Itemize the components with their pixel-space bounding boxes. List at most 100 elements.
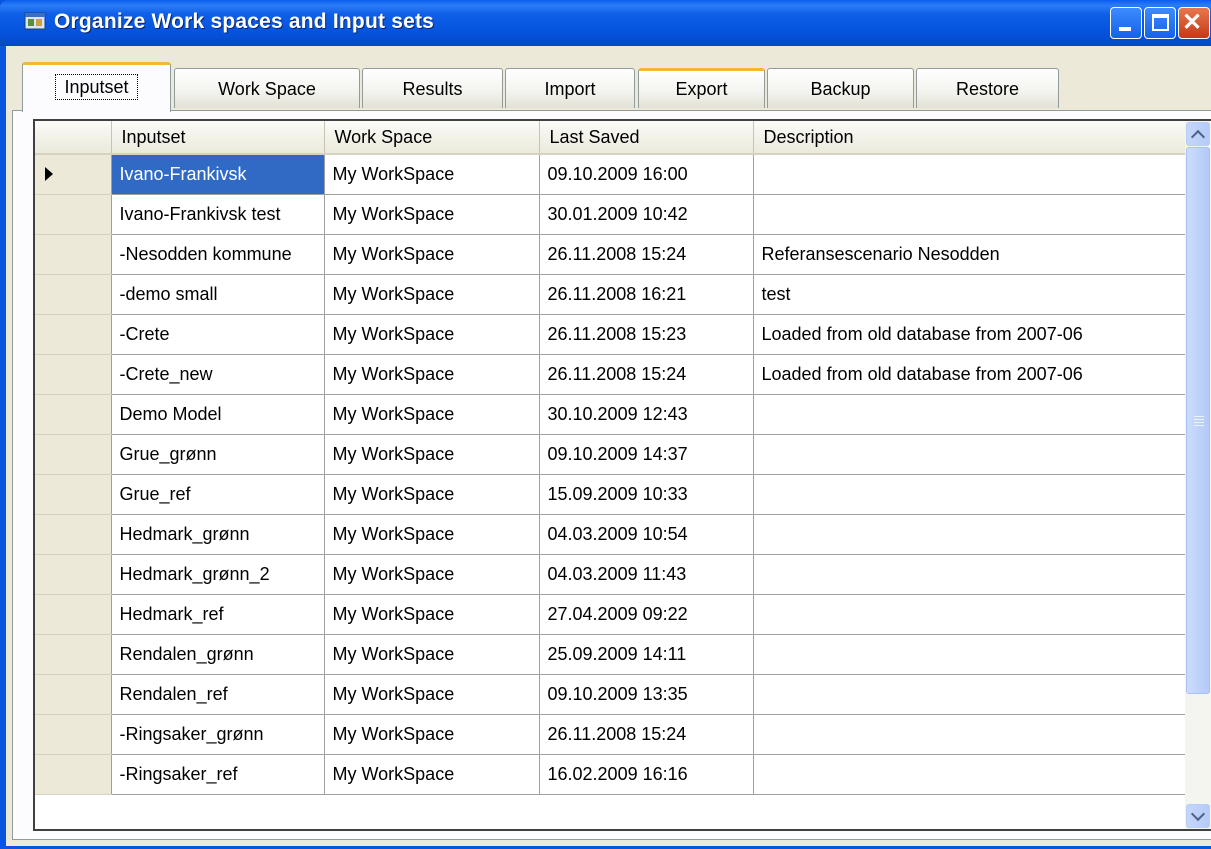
row-header[interactable] (35, 714, 112, 755)
tab-import[interactable]: Import (505, 68, 635, 108)
scroll-down-button[interactable] (1186, 804, 1210, 828)
cell-last-saved[interactable]: 26.11.2008 16:21 (539, 274, 754, 315)
table-row[interactable]: -Ringsaker_ref My WorkSpace 16.02.2009 16:… (35, 754, 1188, 795)
cell-inputset[interactable]: Rendalen_grønn (111, 634, 325, 675)
cell-description[interactable] (753, 674, 1188, 715)
cell-inputset[interactable]: Grue_grønn (111, 434, 325, 475)
cell-last-saved[interactable]: 27.04.2009 09:22 (539, 594, 754, 635)
cell-last-saved[interactable]: 26.11.2008 15:24 (539, 234, 754, 275)
cell-inputset[interactable]: Demo Model (111, 394, 325, 435)
cell-last-saved[interactable]: 09.10.2009 13:35 (539, 674, 754, 715)
cell-last-saved[interactable]: 25.09.2009 14:11 (539, 634, 754, 675)
cell-inputset[interactable]: Ivano-Frankivsk test (111, 194, 325, 235)
scrollbar-thumb[interactable] (1186, 147, 1210, 694)
table-row[interactable]: -Ringsaker_grønn My WorkSpace 26.11.2008 1… (35, 714, 1188, 755)
tab-backup[interactable]: Backup (767, 68, 914, 108)
table-row[interactable]: -Crete_new My WorkSpace 26.11.2008 15:24 Lo… (35, 354, 1188, 395)
row-header[interactable] (35, 154, 112, 195)
cell-work-space[interactable]: My WorkSpace (324, 754, 540, 795)
cell-work-space[interactable]: My WorkSpace (324, 394, 540, 435)
cell-work-space[interactable]: My WorkSpace (324, 314, 540, 355)
cell-work-space[interactable]: My WorkSpace (324, 714, 540, 755)
table-row[interactable]: Hedmark_ref My WorkSpace 27.04.2009 09:22 (35, 594, 1188, 635)
table-row[interactable]: -Crete My WorkSpace 26.11.2008 15:23 Loaded… (35, 314, 1188, 355)
column-header-last-saved[interactable]: Last Saved (539, 121, 754, 155)
row-header[interactable] (35, 314, 112, 355)
cell-work-space[interactable]: My WorkSpace (324, 554, 540, 595)
table-row[interactable]: Rendalen_grønn My WorkSpace 25.09.2009 14:… (35, 634, 1188, 675)
column-header-work-space[interactable]: Work Space (324, 121, 540, 155)
table-row[interactable]: Hedmark_grønn My WorkSpace 04.03.2009 10:5… (35, 514, 1188, 555)
cell-description[interactable]: test (753, 274, 1188, 315)
row-header[interactable] (35, 754, 112, 795)
row-header[interactable] (35, 674, 112, 715)
cell-last-saved[interactable]: 04.03.2009 11:43 (539, 554, 754, 595)
table-row[interactable]: Hedmark_grønn_2 My WorkSpace 04.03.2009 11… (35, 554, 1188, 595)
table-row[interactable]: Demo Model My WorkSpace 30.10.2009 12:43 (35, 394, 1188, 435)
cell-last-saved[interactable]: 09.10.2009 14:37 (539, 434, 754, 475)
cell-inputset[interactable]: Hedmark_ref (111, 594, 325, 635)
vertical-scrollbar[interactable] (1185, 121, 1211, 829)
cell-description[interactable] (753, 394, 1188, 435)
row-header[interactable] (35, 354, 112, 395)
table-row[interactable]: Ivano-Frankivsk My WorkSpace 09.10.2009 16… (35, 154, 1188, 195)
cell-last-saved[interactable]: 30.01.2009 10:42 (539, 194, 754, 235)
cell-inputset[interactable]: Hedmark_grønn_2 (111, 554, 325, 595)
cell-work-space[interactable]: My WorkSpace (324, 594, 540, 635)
column-header-description[interactable]: Description (753, 121, 1188, 155)
cell-work-space[interactable]: My WorkSpace (324, 434, 540, 475)
cell-inputset[interactable]: Hedmark_grønn (111, 514, 325, 555)
row-header[interactable] (35, 514, 112, 555)
row-header[interactable] (35, 634, 112, 675)
cell-inputset[interactable]: -Nesodden kommune (111, 234, 325, 275)
table-row[interactable]: Ivano-Frankivsk test My WorkSpace 30.01.20… (35, 194, 1188, 235)
cell-work-space[interactable]: My WorkSpace (324, 474, 540, 515)
inputset-grid[interactable]: Inputset Work Space Last Saved Descripti… (33, 119, 1211, 831)
cell-inputset[interactable]: -Crete (111, 314, 325, 355)
cell-last-saved[interactable]: 15.09.2009 10:33 (539, 474, 754, 515)
cell-work-space[interactable]: My WorkSpace (324, 234, 540, 275)
row-header[interactable] (35, 434, 112, 475)
cell-inputset[interactable]: Ivano-Frankivsk (111, 154, 325, 195)
tab-export[interactable]: Export (638, 68, 765, 108)
tab-work-space[interactable]: Work Space (174, 68, 360, 108)
cell-last-saved[interactable]: 04.03.2009 10:54 (539, 514, 754, 555)
tab-results[interactable]: Results (362, 68, 503, 108)
cell-inputset[interactable]: -Ringsaker_grønn (111, 714, 325, 755)
table-row[interactable]: Grue_ref My WorkSpace 15.09.2009 10:33 (35, 474, 1188, 515)
row-header[interactable] (35, 594, 112, 635)
cell-description[interactable]: Loaded from old database from 2007-06 (753, 354, 1188, 395)
cell-last-saved[interactable]: 26.11.2008 15:24 (539, 714, 754, 755)
table-row[interactable]: Rendalen_ref My WorkSpace 09.10.2009 13:35 (35, 674, 1188, 715)
cell-last-saved[interactable]: 26.11.2008 15:23 (539, 314, 754, 355)
close-button[interactable]: ✕ (1178, 7, 1210, 39)
minimize-button[interactable] (1110, 7, 1142, 39)
row-header[interactable] (35, 554, 112, 595)
table-row[interactable]: -Nesodden kommune My WorkSpace 26.11.2008 … (35, 234, 1188, 275)
cell-description[interactable] (753, 554, 1188, 595)
cell-description[interactable] (753, 154, 1188, 195)
tab-inputset[interactable]: Inputset (22, 62, 171, 112)
cell-last-saved[interactable]: 09.10.2009 16:00 (539, 154, 754, 195)
cell-inputset[interactable]: -Crete_new (111, 354, 325, 395)
scroll-up-button[interactable] (1186, 122, 1210, 146)
cell-inputset[interactable]: -Ringsaker_ref (111, 754, 325, 795)
title-bar[interactable]: Organize Work spaces and Input sets ✕ (0, 0, 1211, 46)
row-header[interactable] (35, 234, 112, 275)
table-row[interactable]: -demo small My WorkSpace 26.11.2008 16:21 t… (35, 274, 1188, 315)
cell-work-space[interactable]: My WorkSpace (324, 514, 540, 555)
cell-work-space[interactable]: My WorkSpace (324, 674, 540, 715)
cell-description[interactable] (753, 754, 1188, 795)
row-header[interactable] (35, 274, 112, 315)
cell-work-space[interactable]: My WorkSpace (324, 354, 540, 395)
cell-description[interactable] (753, 474, 1188, 515)
cell-inputset[interactable]: Rendalen_ref (111, 674, 325, 715)
row-header[interactable] (35, 394, 112, 435)
cell-work-space[interactable]: My WorkSpace (324, 634, 540, 675)
row-header[interactable] (35, 474, 112, 515)
column-header-inputset[interactable]: Inputset (111, 121, 325, 155)
maximize-button[interactable] (1144, 7, 1176, 39)
cell-description[interactable] (753, 434, 1188, 475)
cell-description[interactable]: Referansescenario Nesodden (753, 234, 1188, 275)
cell-description[interactable]: Loaded from old database from 2007-06 (753, 314, 1188, 355)
